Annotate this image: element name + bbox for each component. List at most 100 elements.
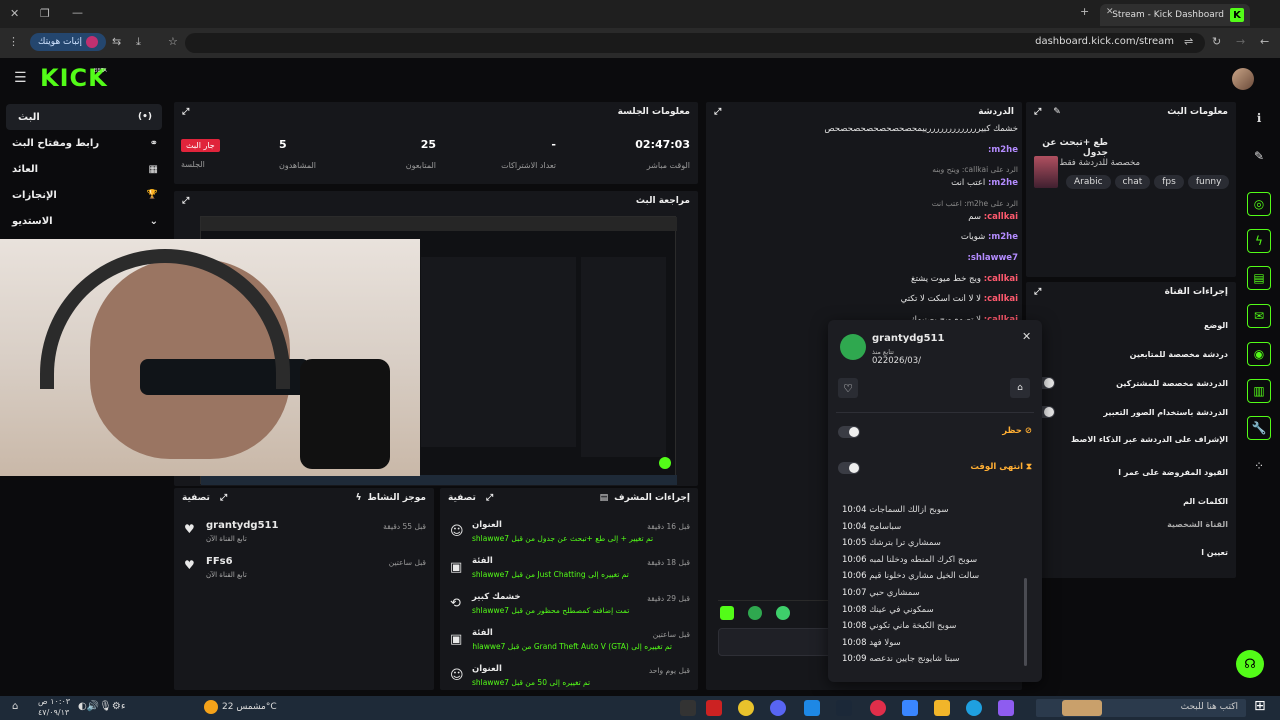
channel-action-row[interactable]: الدردشة مخصصة للمشتركين	[1033, 377, 1228, 389]
channel-action-row[interactable]: الإشراف على الدردشة عبر الذكاء الاصط↗	[1033, 435, 1228, 444]
steam-icon[interactable]	[836, 700, 852, 716]
edge-icon[interactable]	[966, 700, 982, 716]
sidebar-item-stream-key[interactable]: رابط ومفتاح البث ⚭	[0, 130, 168, 156]
channel-action-row[interactable]: القناة الشخصية	[1033, 520, 1228, 529]
store-icon[interactable]	[902, 700, 918, 716]
notification-icon[interactable]: ⌂	[12, 701, 18, 712]
wrench-icon[interactable]: 🔧	[1247, 416, 1271, 440]
close-icon[interactable]: ✕	[1022, 330, 1031, 343]
avatar[interactable]	[1232, 68, 1254, 90]
copilot-icon[interactable]	[998, 700, 1014, 716]
chat-username[interactable]: m2he:	[988, 178, 1018, 188]
chat-username[interactable]: callkai:	[984, 212, 1018, 222]
forward-icon[interactable]: →	[1236, 35, 1245, 48]
channel-action-row[interactable]: دردشة مخصصة للمتابعين›	[1033, 347, 1228, 361]
opera-icon[interactable]	[870, 700, 886, 716]
tag[interactable]: Arabic	[1066, 175, 1111, 189]
weather-text[interactable]: مشمس 22°C	[222, 702, 277, 712]
clock-time[interactable]: ١٠:٠٣ ص	[38, 697, 70, 706]
windows-start-icon[interactable]: ⊞	[1254, 698, 1274, 718]
app-icon[interactable]	[706, 700, 722, 716]
channel-action-row[interactable]: الوضع›	[1033, 318, 1228, 332]
restore-window-icon[interactable]: ❐	[40, 7, 50, 20]
chrome-icon[interactable]	[738, 700, 754, 716]
download-icon[interactable]: ⤓	[136, 35, 141, 49]
emote-icon[interactable]	[776, 606, 790, 620]
chat-message[interactable]: callkai: لا لا أنت اسكت لا تكتي	[718, 294, 1018, 304]
chat-message[interactable]: callkai: سم	[718, 212, 1018, 222]
chat-message[interactable]: m2he: اعتب انت	[718, 178, 1018, 188]
chat-username[interactable]: callkai:	[984, 274, 1018, 284]
layout-icon[interactable]: ▥	[1247, 379, 1271, 403]
emote-icon[interactable]	[720, 606, 734, 620]
activity-username[interactable]: grantydg511	[206, 520, 278, 531]
scrollbar[interactable]	[1024, 578, 1027, 666]
menu-kebab-icon[interactable]: ⋮	[8, 35, 19, 48]
edit-icon[interactable]: ✎	[1053, 107, 1061, 117]
expand-icon[interactable]: ⤢	[714, 107, 721, 117]
sidebar-item-studio[interactable]: الاستديو ⌄	[0, 208, 168, 234]
expand-icon[interactable]: ⤢	[182, 196, 189, 206]
chat-reply-line[interactable]: الرد على m2he: اعتب انت	[718, 199, 1018, 209]
minimize-window-icon[interactable]: —	[72, 6, 83, 19]
sidebar-item-achievements[interactable]: الإنجازات 🏆	[0, 182, 168, 208]
expand-icon[interactable]: ⤢	[1034, 107, 1041, 117]
emote-icon[interactable]	[748, 606, 762, 620]
chat-username[interactable]: m2he:	[988, 232, 1018, 242]
system-tray-icons[interactable]: ◐🔊🎙⚙ء	[78, 701, 126, 712]
close-tab-icon[interactable]: ✕	[1106, 7, 1114, 17]
bookmark-star-icon[interactable]: ☆	[168, 35, 178, 48]
support-headset-icon[interactable]: ☊	[1236, 650, 1264, 678]
channel-action-row[interactable]: الدردشة باستخدام الصور التعبير	[1033, 406, 1228, 418]
chat-username[interactable]: m2he:	[988, 145, 1018, 155]
chat-reply-line[interactable]: الرد على callkai: ويتح وبنه	[718, 165, 1018, 175]
close-window-icon[interactable]: ✕	[10, 7, 19, 20]
new-tab-icon[interactable]: +	[1080, 5, 1089, 18]
hamburger-menu-icon[interactable]: ☰	[14, 70, 27, 86]
reload-icon[interactable]: ↻	[1212, 35, 1221, 48]
tag[interactable]: funny	[1187, 175, 1230, 189]
sidebar-item-stream[interactable]: البث (•)	[6, 104, 162, 130]
clock-date[interactable]: ٤٧/٠٩/١٣	[38, 708, 69, 717]
chat-username[interactable]: shlawwe7:	[967, 253, 1018, 263]
taskbar-widget-icon[interactable]	[1062, 700, 1102, 716]
chat-message[interactable]: خشمك كبيرررررررررررررييمحصحصحصحصحصحصحص	[718, 124, 1018, 134]
heart-icon[interactable]: ♡	[838, 378, 858, 398]
more-icon[interactable]: ⁘	[1247, 454, 1271, 478]
channel-action-row[interactable]: القيود المفروضة على عمر ا›	[1033, 465, 1228, 479]
shield-mod-icon[interactable]: ⌂	[1010, 378, 1030, 398]
activity-username[interactable]: FFs6	[206, 556, 233, 567]
expand-icon[interactable]: ⤢	[486, 493, 493, 503]
chat-message[interactable]: m2he: شويات	[718, 232, 1018, 242]
back-icon[interactable]: ←	[1260, 35, 1269, 48]
expand-icon[interactable]: ⤢	[220, 493, 227, 503]
tag[interactable]: fps	[1154, 175, 1184, 189]
expand-icon[interactable]: ⤢	[182, 107, 189, 117]
tag[interactable]: chat	[1114, 175, 1151, 189]
chat-message[interactable]: callkai: ويج خط ميوت يشتغ	[718, 274, 1018, 284]
tab-kick-dashboard[interactable]: Stream - Kick Dashboard K	[1100, 4, 1250, 26]
sidebar-item-revenue[interactable]: العائد ▦	[0, 156, 168, 182]
camera-focus-icon[interactable]: ◎	[1247, 192, 1271, 216]
filter-button[interactable]: تصفية	[448, 493, 476, 503]
translate-icon[interactable]: ⇆	[112, 35, 121, 48]
filter-button[interactable]: تصفية	[182, 493, 210, 503]
site-settings-icon[interactable]: ⇌	[1184, 35, 1193, 48]
chat-username[interactable]: callkai:	[984, 294, 1018, 304]
mail-icon[interactable]	[804, 700, 820, 716]
chat-message[interactable]: m2he:	[718, 145, 1018, 155]
channel-action-row[interactable]: تعيين ا›	[1033, 545, 1228, 559]
verify-identity-button[interactable]: إثبات هويتك	[30, 33, 106, 51]
folder-icon[interactable]	[934, 700, 950, 716]
broadcast-icon[interactable]: ◉	[1247, 342, 1271, 366]
info-icon[interactable]: ℹ	[1247, 106, 1271, 130]
chat-message[interactable]: shlawwe7:	[718, 253, 1018, 263]
lightning-icon[interactable]: ϟ	[1247, 229, 1271, 253]
ban-toggle[interactable]	[838, 426, 860, 438]
chat-bubble-icon[interactable]: ✉	[1247, 304, 1271, 328]
epic-games-icon[interactable]	[680, 700, 696, 716]
pencil-icon[interactable]: ✎	[1247, 144, 1271, 168]
channel-action-row[interactable]: الكلمات الم›	[1033, 494, 1228, 508]
timeout-toggle[interactable]	[838, 462, 860, 474]
expand-icon[interactable]: ⤢	[1034, 287, 1041, 297]
